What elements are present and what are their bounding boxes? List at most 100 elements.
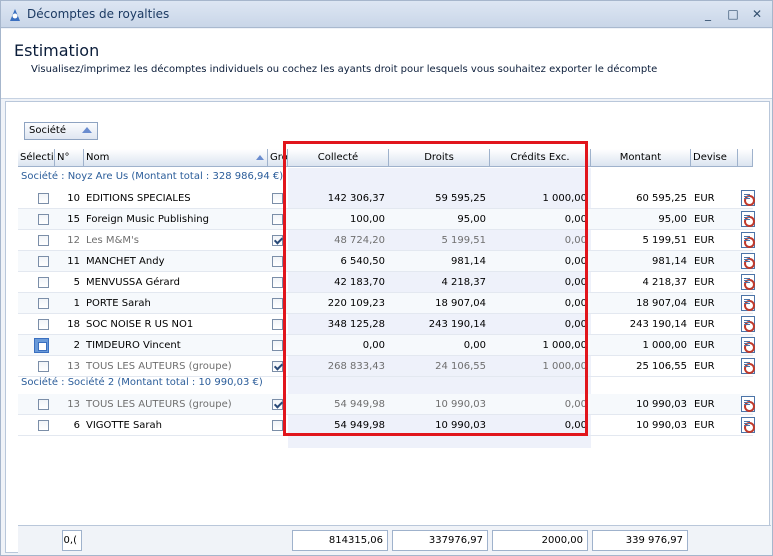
- row-collected: 220 109,23: [327, 298, 385, 309]
- col-header-rights[interactable]: Droits: [389, 149, 490, 167]
- row-group-checkbox[interactable]: [272, 277, 283, 288]
- row-number: 13: [67, 399, 80, 410]
- row-group-checkbox[interactable]: [272, 399, 283, 410]
- row-select-checkbox[interactable]: [34, 338, 49, 353]
- row-currency: EUR: [694, 256, 715, 267]
- col-header-number[interactable]: N°: [55, 149, 84, 167]
- row-group-checkbox[interactable]: [272, 420, 283, 431]
- row-credits: 1 000,00: [542, 193, 587, 204]
- row-rights: 10 990,03: [435, 420, 486, 431]
- row-rights: 59 595,25: [435, 193, 486, 204]
- table-row[interactable]: 2 TIMDEURO Vincent 0,00 0,00 1 000,00 1 000,0…: [18, 335, 755, 356]
- row-amount: 1 000,00: [642, 340, 687, 351]
- row-name: MANCHET Andy: [86, 256, 165, 267]
- row-name: PORTE Sarah: [86, 298, 151, 309]
- row-select-checkbox[interactable]: [38, 235, 49, 246]
- table-row[interactable]: 18 SOC NOISE R US NO1 348 125,28 243 190,14…: [18, 314, 755, 335]
- minimize-button[interactable]: _: [698, 5, 718, 23]
- row-name: Les M&M's: [86, 235, 139, 246]
- row-group-checkbox[interactable]: [272, 256, 283, 267]
- row-currency: EUR: [694, 277, 715, 288]
- row-select-checkbox[interactable]: [38, 214, 49, 225]
- row-credits: 0,00: [564, 235, 587, 246]
- row-group-checkbox[interactable]: [272, 193, 283, 204]
- maximize-button[interactable]: □: [723, 5, 743, 23]
- row-select-checkbox[interactable]: [38, 361, 49, 372]
- row-rights: 4 218,37: [441, 277, 486, 288]
- col-header-currency[interactable]: Devise: [691, 149, 738, 167]
- row-collected: 48 724,20: [334, 235, 385, 246]
- row-select-checkbox[interactable]: [38, 298, 49, 309]
- row-name: VIGOTTE Sarah: [86, 420, 163, 431]
- select-total: 0,(: [62, 530, 82, 551]
- row-group-checkbox[interactable]: [272, 319, 283, 330]
- print-report-icon[interactable]: [741, 396, 755, 412]
- row-group-checkbox[interactable]: [272, 214, 283, 225]
- row-group-checkbox[interactable]: [272, 361, 283, 372]
- amount-total: 339 976,97: [592, 530, 688, 551]
- row-credits: 0,00: [564, 277, 587, 288]
- print-report-icon[interactable]: [741, 358, 755, 374]
- table-row[interactable]: 5 MENVUSSA Gérard 42 183,70 4 218,37 0,00 4 2…: [18, 272, 755, 293]
- row-collected: 0,00: [362, 340, 385, 351]
- row-select-checkbox[interactable]: [38, 399, 49, 410]
- royalties-window: Décomptes de royalties _ □ ✕ Estimation …: [0, 0, 773, 556]
- table-row[interactable]: 10 EDITIONS SPECIALES 142 306,37 59 595,25 1…: [18, 188, 755, 209]
- sort-ascending-icon: [256, 155, 264, 160]
- col-header-amount[interactable]: Montant: [591, 149, 691, 167]
- print-report-icon[interactable]: [741, 253, 755, 269]
- row-rights: 0,00: [463, 340, 486, 351]
- row-currency: EUR: [694, 319, 715, 330]
- table-row[interactable]: 1 PORTE Sarah 220 109,23 18 907,04 0,00 18 90…: [18, 293, 755, 314]
- group-row[interactable]: Société : Noyz Are Us (Montant total : 3…: [18, 168, 753, 186]
- print-report-icon[interactable]: [741, 417, 755, 433]
- row-select-checkbox[interactable]: [38, 319, 49, 330]
- page-subtitle: Visualisez/imprimez les décomptes indivi…: [31, 64, 658, 75]
- col-header-credits[interactable]: Crédits Exc.: [490, 149, 591, 167]
- row-group-checkbox[interactable]: [272, 235, 283, 246]
- row-amount: 25 106,55: [636, 361, 687, 372]
- table-row[interactable]: 12 Les M&M's 48 724,20 5 199,51 0,00 5 199,51…: [18, 230, 755, 251]
- col-header-group[interactable]: Gro: [268, 149, 288, 167]
- row-group-checkbox[interactable]: [272, 298, 283, 309]
- row-amount: 981,14: [652, 256, 687, 267]
- window-title: Décomptes de royalties: [27, 7, 170, 21]
- row-currency: EUR: [694, 298, 715, 309]
- col-header-select[interactable]: Sélecti: [18, 149, 55, 167]
- row-amount: 95,00: [658, 214, 687, 225]
- row-number: 15: [67, 214, 80, 225]
- page-header: Estimation Visualisez/imprimez les décom…: [1, 29, 772, 99]
- title-bar: Décomptes de royalties _ □ ✕: [1, 1, 772, 28]
- print-report-icon[interactable]: [741, 274, 755, 290]
- print-report-icon[interactable]: [741, 211, 755, 227]
- print-report-icon[interactable]: [741, 316, 755, 332]
- col-header-name[interactable]: Nom: [84, 149, 268, 167]
- group-by-societe-button[interactable]: Société: [24, 122, 98, 140]
- row-group-checkbox[interactable]: [272, 340, 283, 351]
- row-credits: 0,00: [564, 298, 587, 309]
- row-name: TOUS LES AUTEURS (groupe): [86, 399, 232, 410]
- table-row[interactable]: 11 MANCHET Andy 6 540,50 981,14 0,00 981,14 EU…: [18, 251, 755, 272]
- row-credits: 0,00: [564, 420, 587, 431]
- row-credits: 1 000,00: [542, 361, 587, 372]
- row-currency: EUR: [694, 420, 715, 431]
- row-select-checkbox[interactable]: [38, 277, 49, 288]
- print-report-icon[interactable]: [741, 337, 755, 353]
- row-select-checkbox[interactable]: [38, 420, 49, 431]
- table-row[interactable]: 13 TOUS LES AUTEURS (groupe) 268 833,43 24 …: [18, 356, 755, 377]
- table-row[interactable]: 13 TOUS LES AUTEURS (groupe) 54 949,98 10 9…: [18, 394, 755, 415]
- col-header-collected[interactable]: Collecté: [288, 149, 389, 167]
- print-report-icon[interactable]: [741, 190, 755, 206]
- table-row[interactable]: 15 Foreign Music Publishing 100,00 95,00 0,0…: [18, 209, 755, 230]
- row-select-checkbox[interactable]: [38, 256, 49, 267]
- row-credits: 1 000,00: [542, 340, 587, 351]
- row-collected: 54 949,98: [334, 420, 385, 431]
- print-report-icon[interactable]: [741, 232, 755, 248]
- table-row[interactable]: 6 VIGOTTE Sarah 54 949,98 10 990,03 0,00 10 9…: [18, 415, 755, 436]
- print-report-icon[interactable]: [741, 295, 755, 311]
- row-currency: EUR: [694, 193, 715, 204]
- close-button[interactable]: ✕: [747, 5, 767, 23]
- row-number: 11: [67, 256, 80, 267]
- row-collected: 54 949,98: [334, 399, 385, 410]
- row-select-checkbox[interactable]: [38, 193, 49, 204]
